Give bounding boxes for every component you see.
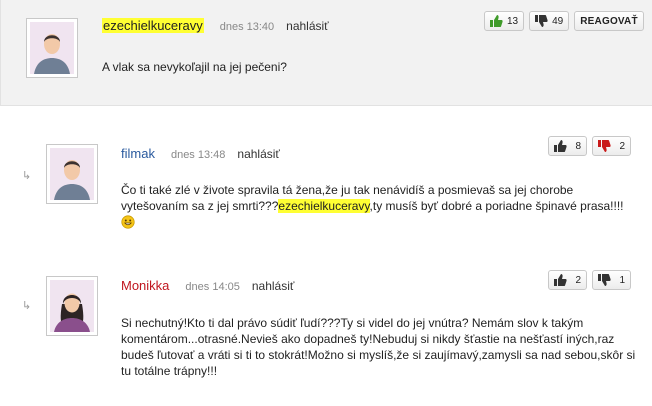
comment-3: ↳ Monikka dnes 14:05 nahlásiť Si nechutn… [0, 256, 652, 406]
thumbs-down-icon [598, 274, 611, 286]
report-link[interactable]: nahlásiť [237, 147, 280, 161]
avatar-male[interactable] [46, 144, 98, 204]
comment-date: dnes 13:40 [219, 21, 275, 33]
dislike-count: 1 [619, 274, 625, 286]
like-count: 2 [575, 274, 581, 286]
comment-text-after: ,ty musíš byť dobré a poriadne špinavé p… [369, 199, 624, 213]
like-count: 8 [575, 140, 581, 152]
dislike-count: 2 [619, 140, 625, 152]
avatar-female-icon [50, 280, 94, 332]
thumbs-down-icon [598, 140, 611, 152]
report-link[interactable]: nahlásiť [286, 19, 329, 33]
avatar-female[interactable] [46, 276, 98, 336]
reply-arrow-icon: ↳ [22, 170, 32, 182]
comment-text: Si nechutný!Kto ti dal právo súdiť ľudí?… [121, 316, 636, 378]
dislike-button[interactable]: 49 [529, 11, 570, 31]
comment-text: Čo ti také zlé v živote spravila tá žena… [121, 182, 631, 230]
comment-1: ezechielkuceravy dnes 13:40 nahlásiť A v… [0, 0, 652, 106]
mention-highlight[interactable]: ezechielkuceravy [278, 199, 370, 213]
smiley-icon [121, 215, 135, 229]
thumbs-up-icon [554, 140, 567, 152]
like-button[interactable]: 8 [548, 136, 587, 156]
comment-text: A vlak sa nevykoľajil na jej pečeni? [102, 60, 287, 74]
like-count: 13 [507, 15, 519, 27]
comment-author[interactable]: filmak [121, 146, 155, 161]
like-button[interactable]: 2 [548, 270, 587, 290]
thumbs-down-icon [535, 15, 548, 27]
thumbs-up-icon [554, 274, 567, 286]
reply-button[interactable]: REAGOVAŤ [574, 11, 644, 31]
comment-2: ↳ filmak dnes 13:48 nahlásiť Čo ti také … [0, 106, 652, 256]
thumbs-up-icon [490, 15, 503, 27]
reply-arrow-icon: ↳ [22, 300, 32, 312]
comment-date: dnes 14:05 [185, 281, 240, 293]
dislike-button[interactable]: 1 [592, 270, 631, 290]
comment-date: dnes 13:48 [170, 149, 226, 161]
comment-author[interactable]: Monikka [121, 278, 169, 293]
dislike-button[interactable]: 2 [592, 136, 631, 156]
avatar-male[interactable] [26, 18, 78, 78]
dislike-count: 49 [552, 15, 564, 27]
like-button[interactable]: 13 [484, 11, 525, 31]
avatar-male-icon [50, 148, 94, 200]
avatar-male-icon [30, 22, 74, 74]
report-link[interactable]: nahlásiť [252, 279, 295, 293]
comment-author[interactable]: ezechielkuceravy [102, 18, 204, 33]
